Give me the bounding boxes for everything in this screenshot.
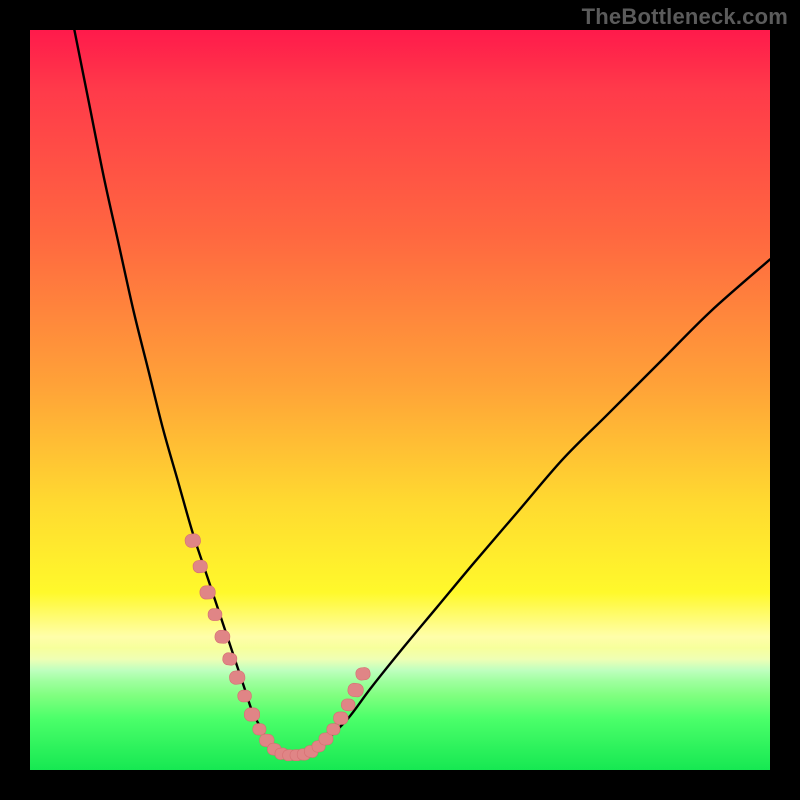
marker-dot (244, 708, 260, 722)
chart-svg (30, 30, 770, 770)
marker-dot (253, 723, 267, 735)
marker-dot (347, 683, 364, 698)
marker-dot (200, 585, 216, 599)
marker-dot (237, 690, 251, 703)
marker-dot (214, 630, 230, 644)
marker-dot (222, 652, 237, 666)
marker-dot (341, 699, 355, 712)
marker-dot (184, 533, 201, 548)
plot-area (30, 30, 770, 770)
marker-dot (208, 608, 222, 620)
highlight-markers (184, 533, 371, 761)
marker-dot (333, 712, 348, 725)
marker-dot (193, 560, 208, 574)
watermark-text: TheBottleneck.com (582, 4, 788, 30)
marker-dot (355, 667, 371, 681)
chart-container: TheBottleneck.com (0, 0, 800, 800)
bottleneck-curve (74, 30, 770, 756)
marker-dot (327, 723, 341, 735)
